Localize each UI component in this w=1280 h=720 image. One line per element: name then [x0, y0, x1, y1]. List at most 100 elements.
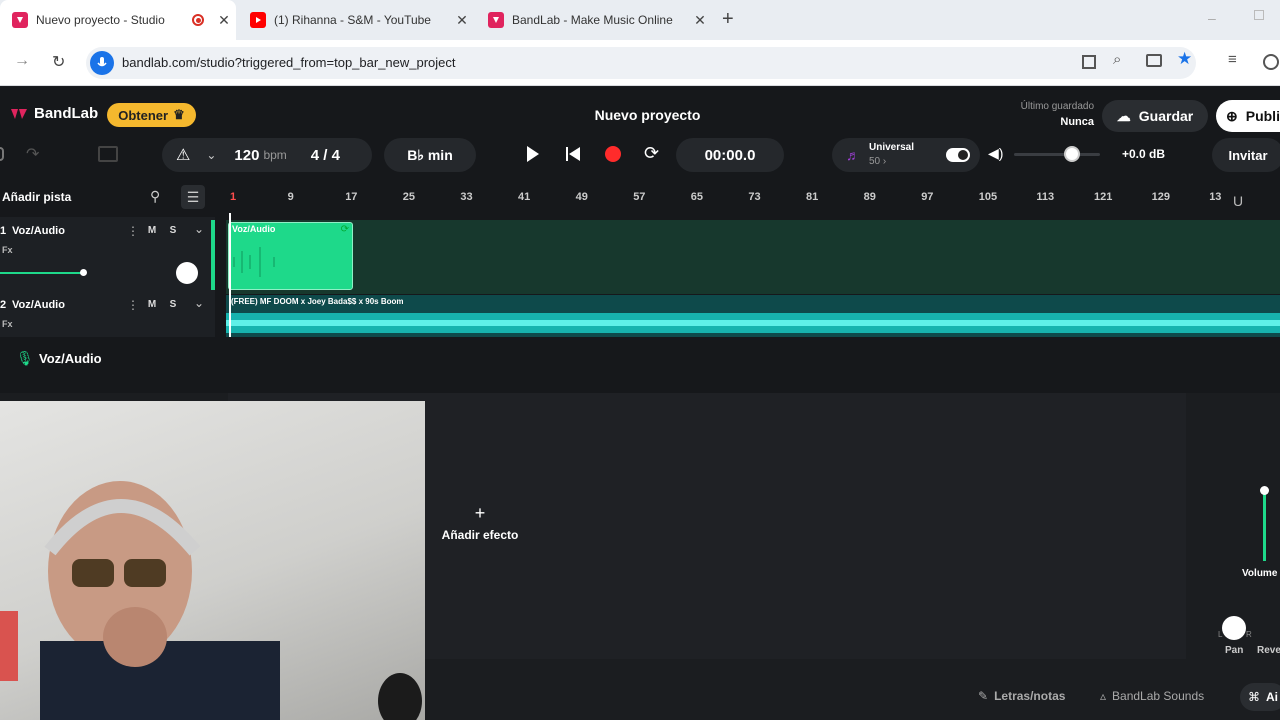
track-lane-1[interactable]: Voz/Audio ⟳: [226, 220, 1280, 294]
add-effect-button[interactable]: + Añadir efecto: [430, 503, 530, 542]
tab-close-icon[interactable]: ✕: [688, 12, 712, 29]
track-menu-icon[interactable]: ⋮: [127, 298, 139, 312]
audio-clip-2[interactable]: (FREE) MF DOOM x Joey Bada$$ x 90s Boom: [226, 295, 1280, 337]
pan-right-label: R: [1246, 630, 1252, 639]
bpm-value[interactable]: 120: [234, 147, 259, 164]
loop-icon[interactable]: ⟳: [644, 143, 659, 164]
time-display: 00:00.0: [676, 138, 784, 172]
volume-fader-thumb[interactable]: [1260, 486, 1269, 495]
webcam-overlay: [0, 401, 425, 720]
expand-chevron-icon[interactable]: ⌄: [194, 222, 204, 236]
sounds-label: BandLab Sounds: [1112, 689, 1205, 703]
skip-back-icon[interactable]: [565, 146, 581, 167]
tab-title: Nuevo proyecto - Studio: [36, 13, 165, 27]
tab-youtube[interactable]: (1) Rihanna - S&M - YouTube ✕: [238, 0, 474, 40]
mixer-icon[interactable]: ☰: [181, 185, 205, 209]
install-app-icon[interactable]: [1146, 54, 1162, 67]
master-volume-slider[interactable]: [1014, 146, 1100, 162]
obtener-button[interactable]: Obtener ♛: [107, 103, 196, 127]
command-icon: ⌘: [1248, 690, 1260, 704]
piano-extension-icon[interactable]: [1082, 55, 1096, 69]
play-icon[interactable]: [526, 145, 540, 168]
forward-icon[interactable]: →: [14, 52, 30, 70]
pan-knob[interactable]: [176, 262, 198, 284]
media-control-icon[interactable]: ≡: [1228, 51, 1237, 68]
ruler-tick: 105: [978, 191, 998, 203]
reload-icon[interactable]: ↻: [52, 52, 65, 72]
track-lane-2[interactable]: (FREE) MF DOOM x Joey Bada$$ x 90s Boom: [226, 295, 1280, 337]
crown-icon: ♛: [173, 107, 185, 122]
bandlab-favicon-icon: [12, 12, 28, 28]
tab-title: BandLab - Make Music Online: [512, 13, 673, 27]
track-name[interactable]: Voz/Audio: [12, 299, 65, 311]
ruler-tick: 81: [806, 191, 819, 203]
invite-button[interactable]: Invitar: [1212, 138, 1280, 172]
profile-icon[interactable]: [1263, 54, 1279, 70]
track-name[interactable]: Voz/Audio: [12, 225, 65, 237]
keyboard-icon[interactable]: [98, 146, 118, 162]
bookmark-star-icon[interactable]: ★: [1177, 49, 1192, 69]
maximize-icon[interactable]: [1254, 10, 1264, 20]
reverb-label: Reve: [1257, 645, 1280, 656]
key-selector[interactable]: B♭ min: [384, 138, 476, 172]
metronome-icon[interactable]: ⚠: [176, 145, 190, 165]
ruler-tick: 113: [1036, 191, 1055, 203]
record-icon[interactable]: [605, 146, 621, 162]
bandlab-sounds-button[interactable]: ▵ BandLab Sounds: [1100, 689, 1204, 703]
minimize-icon[interactable]: –: [1208, 10, 1216, 26]
track-volume-thumb[interactable]: [80, 269, 87, 276]
add-track-button[interactable]: Añadir pista: [2, 190, 71, 204]
timeline-ruler[interactable]: Añadir pista ⚲ ☰ 1 9 17 25 33 41 49 57 65 73 81 89 9…: [0, 183, 1280, 213]
omnibox[interactable]: bandlab.com/studio?triggered_from=top_ba…: [86, 47, 1196, 79]
ai-button[interactable]: ⌘ Ai: [1240, 683, 1280, 711]
zoom-icon[interactable]: ⌕: [1113, 51, 1121, 68]
tab-close-icon[interactable]: ✕: [212, 12, 236, 29]
solo-button[interactable]: S: [164, 223, 182, 239]
recording-indicator-icon: [192, 14, 204, 26]
lyrics-notes-button[interactable]: ✎ Letras/notas: [978, 689, 1065, 703]
save-button[interactable]: ☁ Guardar: [1102, 100, 1208, 132]
mute-button[interactable]: M: [143, 297, 161, 313]
tab-bandlab[interactable]: BandLab - Make Music Online ✕: [476, 0, 712, 40]
solo-button[interactable]: S: [164, 297, 182, 313]
tuner-icon[interactable]: ⚲: [150, 188, 160, 205]
playhead[interactable]: [229, 213, 231, 337]
fx-label[interactable]: Fx: [2, 245, 13, 255]
track-menu-icon[interactable]: ⋮: [127, 224, 139, 238]
ruler-tick: 1: [230, 191, 237, 203]
expand-chevron-icon[interactable]: ⌄: [194, 296, 204, 310]
mute-button[interactable]: M: [143, 223, 161, 239]
loop-clip-icon[interactable]: ⟳: [341, 224, 349, 235]
speaker-icon[interactable]: ◀): [988, 145, 1003, 162]
instrument-toggle[interactable]: [946, 148, 970, 162]
undo-icon[interactable]: [0, 147, 4, 161]
snap-magnet-icon[interactable]: U: [1233, 193, 1243, 209]
metronome-dropdown-icon[interactable]: ⌄: [206, 148, 216, 162]
redo-icon[interactable]: ↷: [26, 144, 39, 164]
audio-clip-1[interactable]: Voz/Audio ⟳: [228, 222, 353, 290]
track-volume-slider[interactable]: [0, 272, 84, 274]
address-bar: → ↻ bandlab.com/studio?triggered_from=to…: [0, 40, 1280, 86]
bandlab-logo[interactable]: BandLab: [10, 105, 98, 122]
publish-button[interactable]: ⊕ Publi: [1216, 100, 1280, 132]
ruler-tick: 129: [1151, 191, 1170, 203]
new-tab-icon[interactable]: +: [722, 8, 734, 31]
tab-close-icon[interactable]: ✕: [450, 12, 474, 29]
logo-text: BandLab: [34, 105, 99, 122]
ruler-tick: 97: [921, 191, 934, 203]
master-volume-thumb[interactable]: [1064, 146, 1080, 162]
lane1-background-waveform: [226, 220, 1280, 294]
project-title[interactable]: Nuevo proyecto: [560, 107, 735, 123]
panel-track-name[interactable]: Voz/Audio: [39, 351, 102, 366]
time-signature[interactable]: 4 / 4: [311, 147, 340, 164]
volume-label: Volume: [1242, 568, 1278, 579]
browser-tabbar: Nuevo proyecto - Studio ✕ (1) Rihanna - …: [0, 0, 1280, 40]
tab-studio[interactable]: Nuevo proyecto - Studio ✕: [0, 0, 236, 40]
instrument-name[interactable]: Universal: [869, 142, 914, 153]
obtener-label: Obtener: [118, 107, 169, 123]
volume-fader[interactable]: [1240, 433, 1280, 563]
ruler-tick: 9: [287, 191, 294, 203]
pan-knob[interactable]: [1222, 616, 1246, 640]
bandlab-sounds-icon: ▵: [1100, 689, 1107, 703]
fx-label[interactable]: Fx: [2, 319, 13, 329]
